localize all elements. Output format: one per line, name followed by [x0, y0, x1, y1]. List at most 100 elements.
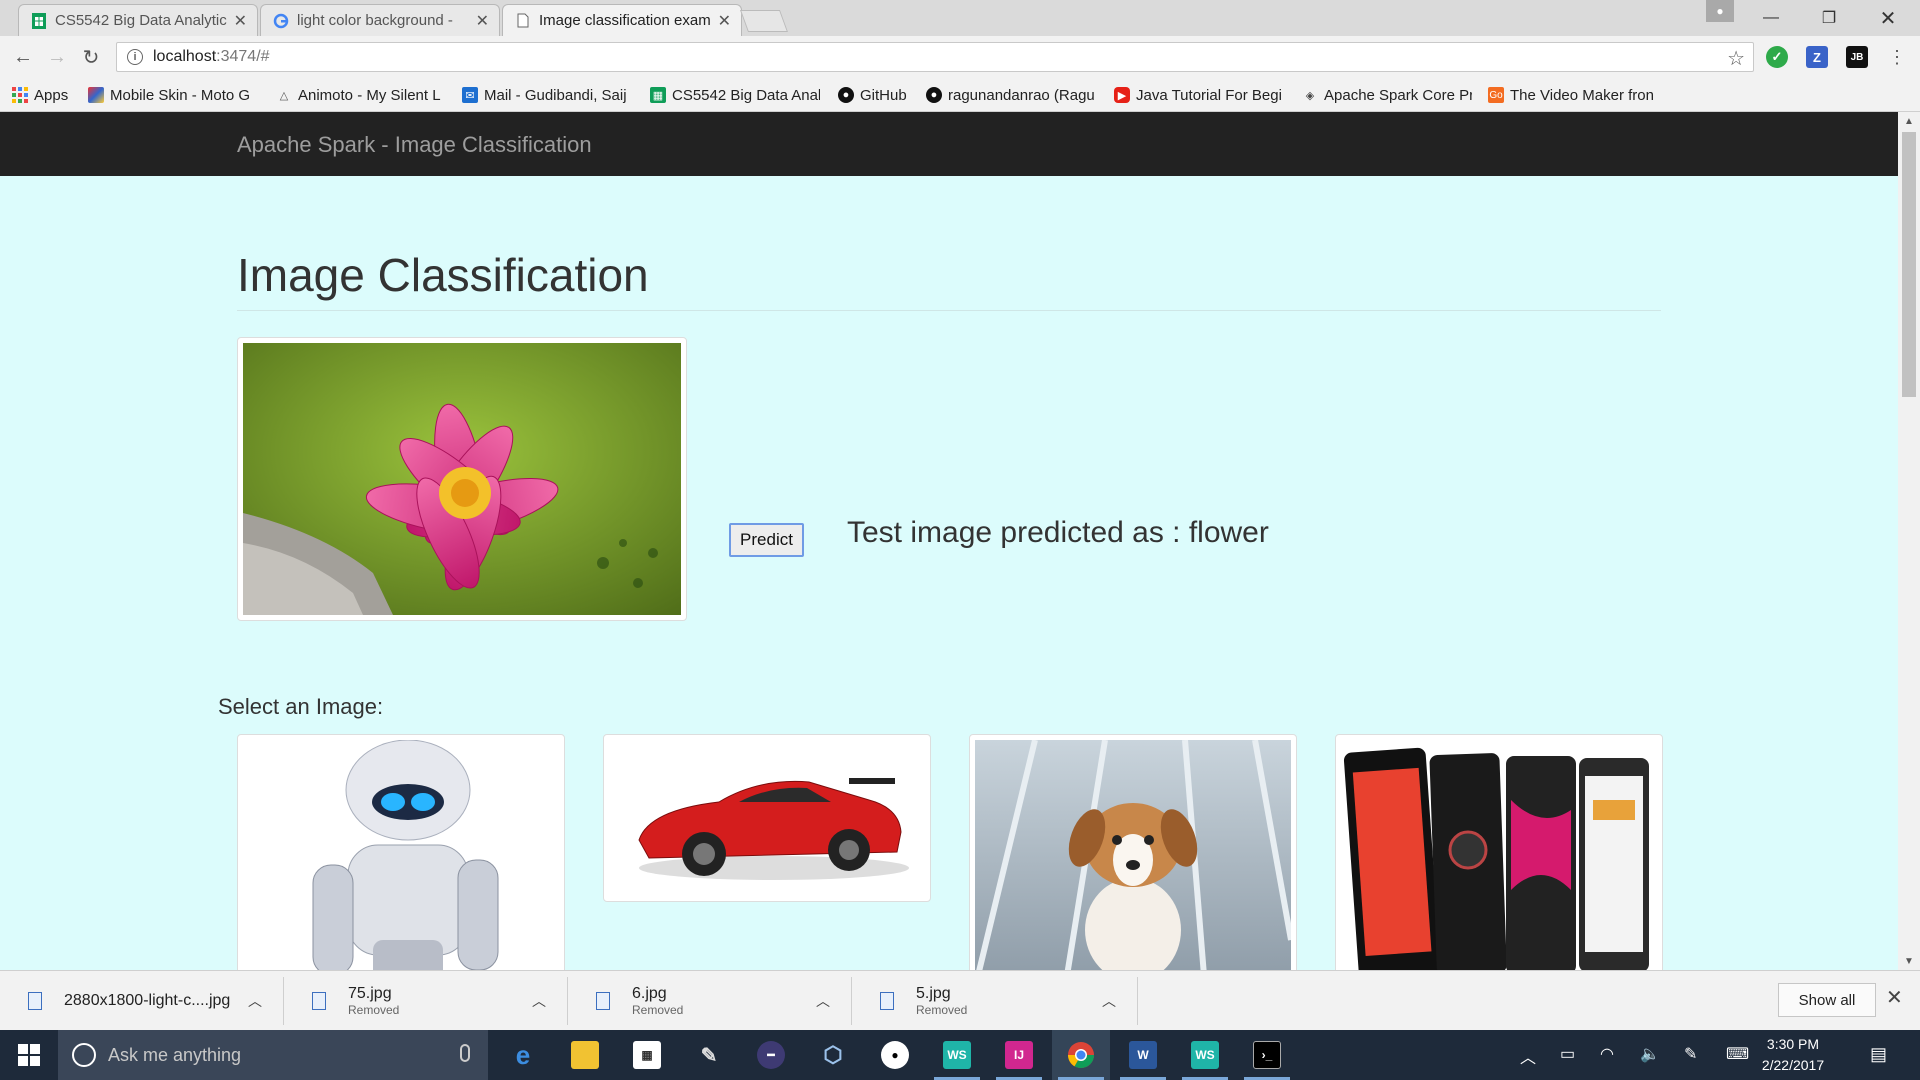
search-placeholder: Ask me anything — [108, 1044, 242, 1065]
download-status: Removed — [632, 1003, 684, 1017]
tab-strip: CS5542 Big Data Analytic ✕ light color b… — [0, 0, 1920, 36]
check-extension-icon[interactable]: ✓ — [1766, 46, 1788, 68]
cortana-search-box[interactable]: Ask me anything — [58, 1030, 488, 1080]
new-tab-button[interactable] — [739, 10, 789, 32]
site-navbar: Apache Spark - Image Classification — [0, 112, 1898, 176]
keyboard-icon[interactable]: ⌨ — [1726, 1044, 1749, 1064]
browser-toolbar: ← → ↻ i localhost:3474/# ☆ ✓ Z JB ⋮ — [0, 36, 1920, 78]
info-icon[interactable]: i — [127, 49, 143, 65]
bookmark-label: Mobile Skin - Moto G — [110, 86, 251, 104]
tab-cs5542[interactable]: CS5542 Big Data Analytic ✕ — [18, 4, 258, 36]
menu-icon[interactable]: ⋮ — [1884, 44, 1910, 70]
reload-icon[interactable]: ↻ — [78, 44, 104, 70]
download-item[interactable]: 6.jpg Removed ︿ — [568, 977, 852, 1025]
download-name: 6.jpg — [632, 985, 667, 1002]
image-file-icon — [880, 992, 894, 1010]
chevron-up-icon[interactable]: ︿ — [1102, 991, 1116, 1011]
webstorm-icon[interactable]: WS — [928, 1030, 986, 1080]
gallery-image-robot[interactable] — [237, 734, 565, 970]
tab-google[interactable]: light color background - ✕ — [260, 4, 500, 36]
chevron-up-icon[interactable]: ︿ — [248, 991, 262, 1011]
windows-start-icon[interactable] — [0, 1030, 58, 1080]
url-path: :3474/# — [216, 48, 270, 65]
chevron-up-icon[interactable]: ︿ — [816, 991, 830, 1011]
minimize-icon[interactable]: — — [1743, 0, 1799, 36]
apps-grid-icon — [12, 87, 28, 103]
animoto-icon: △ — [279, 89, 289, 102]
intellij-icon[interactable]: IJ — [990, 1030, 1048, 1080]
webstorm-icon[interactable]: WS — [1176, 1030, 1234, 1080]
navbar-brand[interactable]: Apache Spark - Image Classification — [237, 132, 592, 158]
back-icon[interactable]: ← — [10, 44, 36, 70]
bookmark-ragunandanrao[interactable]: ● ragunandanrao (Ragu — [926, 84, 1098, 106]
address-bar[interactable]: i localhost:3474/# ☆ — [116, 42, 1754, 72]
page-viewport: Apache Spark - Image Classification Imag… — [0, 112, 1898, 970]
profile-icon[interactable]: ● — [1706, 0, 1734, 22]
pen-icon[interactable]: ✎ — [1684, 1044, 1697, 1064]
bookmark-apache-spark[interactable]: ◈ Apache Spark Core Pr — [1302, 84, 1472, 106]
github-desktop-icon[interactable]: ● — [866, 1030, 924, 1080]
download-item[interactable]: 75.jpg Removed ︿ — [284, 977, 568, 1025]
bookmark-label: GitHub — [860, 86, 907, 104]
tab-title: CS5542 Big Data Analytic — [55, 12, 227, 29]
wifi-icon[interactable]: ◠ — [1600, 1044, 1614, 1064]
bookmark-java-tutorial[interactable]: ▶ Java Tutorial For Begi — [1114, 84, 1286, 106]
predict-button[interactable]: Predict — [729, 523, 804, 557]
chrome-icon[interactable] — [1052, 1030, 1110, 1080]
scroll-down-icon[interactable]: ▼ — [1898, 952, 1920, 970]
jb-extension-icon[interactable]: JB — [1846, 46, 1868, 68]
bookmark-star-icon[interactable]: ☆ — [1727, 46, 1745, 71]
gallery-image-car[interactable] — [603, 734, 931, 902]
bookmark-animoto[interactable]: △ Animoto - My Silent L — [276, 84, 448, 106]
mail-icon: ✉ — [462, 87, 478, 103]
close-icon[interactable]: ✕ — [234, 11, 247, 31]
microphone-icon[interactable] — [460, 1044, 470, 1062]
bookmark-github[interactable]: ● GitHub — [838, 84, 918, 106]
tab-title: Image classification exam — [539, 12, 711, 29]
forward-icon[interactable]: → — [44, 44, 70, 70]
eclipse-icon[interactable]: ━ — [742, 1030, 800, 1080]
edge-icon[interactable]: e — [494, 1030, 552, 1080]
notifications-icon[interactable]: ▤ — [1870, 1044, 1887, 1065]
github-icon: ● — [926, 87, 942, 103]
bookmark-label: Apps — [34, 86, 69, 104]
image-file-icon — [28, 992, 42, 1010]
scrollbar-thumb[interactable] — [1902, 132, 1916, 397]
word-icon[interactable]: W — [1114, 1030, 1172, 1080]
file-explorer-icon[interactable] — [556, 1030, 614, 1080]
page-scrollbar[interactable]: ▲ ▼ — [1898, 112, 1920, 970]
heading-divider — [237, 310, 1661, 311]
scroll-up-icon[interactable]: ▲ — [1898, 112, 1920, 130]
gallery-image-puppy[interactable] — [969, 734, 1297, 970]
image-file-icon — [312, 992, 326, 1010]
show-all-button[interactable]: Show all — [1778, 983, 1876, 1017]
paint-icon[interactable]: ✎ — [680, 1030, 738, 1080]
bookmark-apps[interactable]: Apps — [12, 84, 76, 106]
store-icon[interactable]: ▦ — [618, 1030, 676, 1080]
bookmark-cs5542[interactable]: ▦ CS5542 Big Data Anal — [650, 84, 820, 106]
download-item[interactable]: 5.jpg Removed ︿ — [852, 977, 1138, 1025]
bookmark-mail[interactable]: ✉ Mail - Gudibandi, Saij — [462, 84, 632, 106]
download-item[interactable]: 2880x1800-light-c....jpg ︿ — [0, 977, 284, 1025]
download-status: Removed — [916, 1003, 968, 1017]
tab-image-classification[interactable]: Image classification exam ✕ — [502, 4, 742, 36]
restore-icon[interactable]: ❐ — [1801, 0, 1857, 36]
sheets-icon — [31, 12, 47, 29]
bookmarks-bar: Apps Mobile Skin - Moto G △ Animoto - My… — [0, 78, 1920, 112]
command-prompt-icon[interactable]: ›_ — [1238, 1030, 1296, 1080]
virtualbox-icon[interactable]: ⬡ — [804, 1030, 862, 1080]
chevron-up-icon[interactable]: ︿ — [532, 991, 546, 1011]
bookmark-video-maker[interactable]: Go The Video Maker fron — [1488, 84, 1660, 106]
battery-icon[interactable]: ▭ — [1560, 1044, 1575, 1064]
bookmark-label: The Video Maker fron — [1510, 86, 1654, 104]
close-icon[interactable]: ✕ — [476, 11, 489, 31]
show-hidden-icons-icon[interactable]: ︿ — [1520, 1044, 1536, 1068]
close-icon[interactable]: ✕ — [718, 11, 731, 31]
z-extension-icon[interactable]: Z — [1806, 46, 1828, 68]
window-close-icon[interactable]: ✕ — [1860, 0, 1916, 36]
volume-icon[interactable]: 🔈 — [1640, 1044, 1660, 1064]
bookmark-mobile-skin[interactable]: Mobile Skin - Moto G — [88, 84, 258, 106]
gallery-image-smartphones[interactable] — [1335, 734, 1663, 970]
close-icon[interactable]: ✕ — [1886, 985, 1903, 1010]
system-clock[interactable]: 3:30 PM 2/22/2017 — [1748, 1034, 1838, 1076]
